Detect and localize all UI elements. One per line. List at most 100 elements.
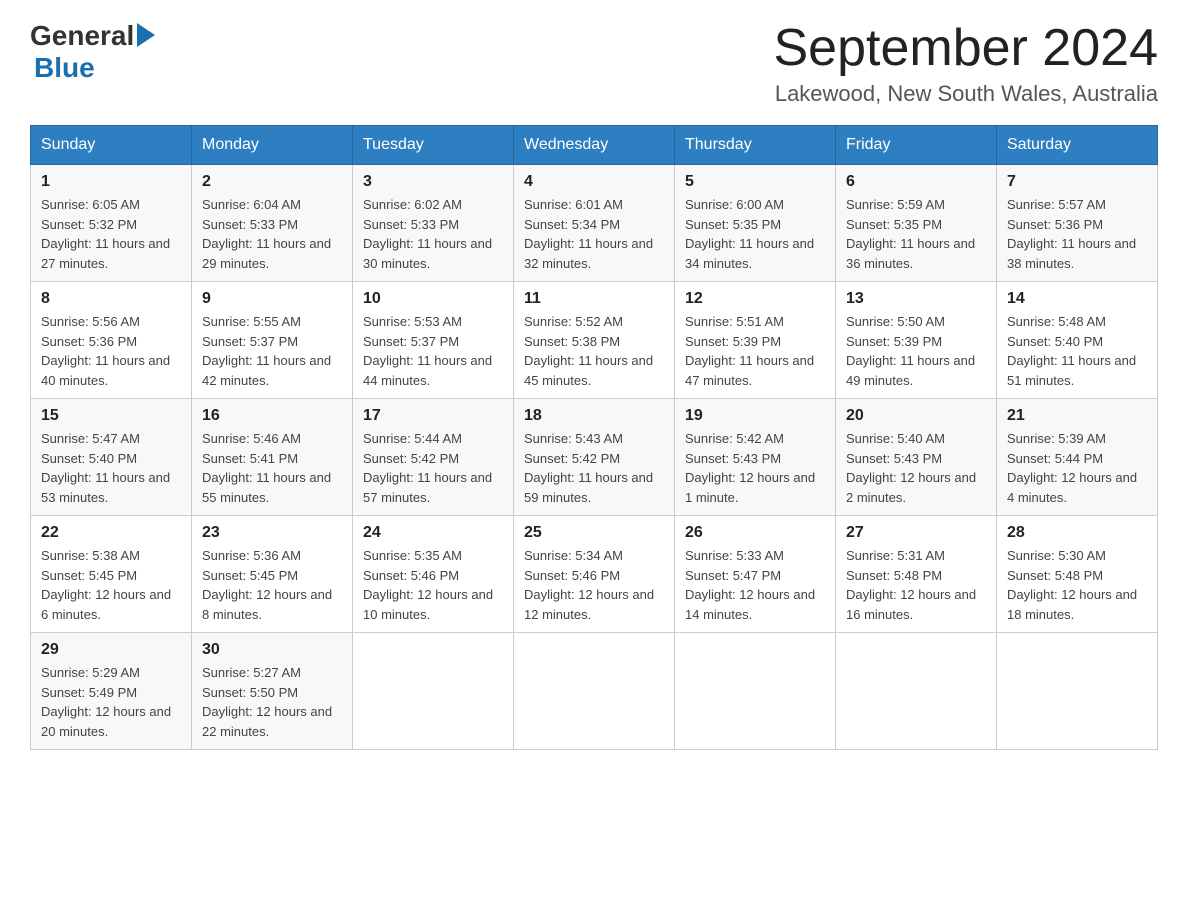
calendar-cell: 6 Sunrise: 5:59 AMSunset: 5:35 PMDayligh… [836,165,997,282]
calendar-cell: 9 Sunrise: 5:55 AMSunset: 5:37 PMDayligh… [192,282,353,399]
day-info: Sunrise: 5:53 AMSunset: 5:37 PMDaylight:… [363,314,492,388]
day-info: Sunrise: 5:40 AMSunset: 5:43 PMDaylight:… [846,431,976,505]
day-number: 10 [363,290,503,308]
day-number: 5 [685,173,825,191]
day-number: 22 [41,524,181,542]
day-info: Sunrise: 5:36 AMSunset: 5:45 PMDaylight:… [202,548,332,622]
day-info: Sunrise: 5:31 AMSunset: 5:48 PMDaylight:… [846,548,976,622]
day-number: 12 [685,290,825,308]
day-number: 6 [846,173,986,191]
day-number: 17 [363,407,503,425]
logo-general-text: General [30,20,134,52]
day-info: Sunrise: 6:04 AMSunset: 5:33 PMDaylight:… [202,197,331,271]
day-number: 2 [202,173,342,191]
day-number: 30 [202,641,342,659]
day-info: Sunrise: 5:57 AMSunset: 5:36 PMDaylight:… [1007,197,1136,271]
header-tuesday: Tuesday [353,126,514,165]
day-info: Sunrise: 5:52 AMSunset: 5:38 PMDaylight:… [524,314,653,388]
day-info: Sunrise: 5:46 AMSunset: 5:41 PMDaylight:… [202,431,331,505]
calendar-cell: 11 Sunrise: 5:52 AMSunset: 5:38 PMDaylig… [514,282,675,399]
day-info: Sunrise: 5:29 AMSunset: 5:49 PMDaylight:… [41,665,171,739]
day-number: 20 [846,407,986,425]
day-info: Sunrise: 5:44 AMSunset: 5:42 PMDaylight:… [363,431,492,505]
week-row-3: 15 Sunrise: 5:47 AMSunset: 5:40 PMDaylig… [31,399,1158,516]
day-info: Sunrise: 5:39 AMSunset: 5:44 PMDaylight:… [1007,431,1137,505]
calendar-cell: 18 Sunrise: 5:43 AMSunset: 5:42 PMDaylig… [514,399,675,516]
logo: General Blue [30,20,155,84]
day-info: Sunrise: 5:55 AMSunset: 5:37 PMDaylight:… [202,314,331,388]
day-info: Sunrise: 5:27 AMSunset: 5:50 PMDaylight:… [202,665,332,739]
day-info: Sunrise: 6:00 AMSunset: 5:35 PMDaylight:… [685,197,814,271]
calendar-cell [997,633,1158,750]
calendar-cell [353,633,514,750]
header-wednesday: Wednesday [514,126,675,165]
calendar-cell: 19 Sunrise: 5:42 AMSunset: 5:43 PMDaylig… [675,399,836,516]
page-title: September 2024 [774,20,1159,77]
day-info: Sunrise: 6:02 AMSunset: 5:33 PMDaylight:… [363,197,492,271]
day-info: Sunrise: 5:42 AMSunset: 5:43 PMDaylight:… [685,431,815,505]
calendar-cell: 23 Sunrise: 5:36 AMSunset: 5:45 PMDaylig… [192,516,353,633]
calendar-cell: 20 Sunrise: 5:40 AMSunset: 5:43 PMDaylig… [836,399,997,516]
header-thursday: Thursday [675,126,836,165]
day-info: Sunrise: 5:59 AMSunset: 5:35 PMDaylight:… [846,197,975,271]
day-number: 25 [524,524,664,542]
day-number: 3 [363,173,503,191]
day-info: Sunrise: 5:51 AMSunset: 5:39 PMDaylight:… [685,314,814,388]
logo-blue-text: Blue [34,52,95,84]
day-number: 21 [1007,407,1147,425]
calendar-cell [836,633,997,750]
day-number: 27 [846,524,986,542]
calendar-cell: 25 Sunrise: 5:34 AMSunset: 5:46 PMDaylig… [514,516,675,633]
calendar-table: SundayMondayTuesdayWednesdayThursdayFrid… [30,125,1158,750]
week-row-4: 22 Sunrise: 5:38 AMSunset: 5:45 PMDaylig… [31,516,1158,633]
calendar-cell: 30 Sunrise: 5:27 AMSunset: 5:50 PMDaylig… [192,633,353,750]
calendar-cell: 24 Sunrise: 5:35 AMSunset: 5:46 PMDaylig… [353,516,514,633]
day-info: Sunrise: 5:35 AMSunset: 5:46 PMDaylight:… [363,548,493,622]
calendar-cell: 26 Sunrise: 5:33 AMSunset: 5:47 PMDaylig… [675,516,836,633]
day-number: 18 [524,407,664,425]
calendar-cell: 14 Sunrise: 5:48 AMSunset: 5:40 PMDaylig… [997,282,1158,399]
day-info: Sunrise: 5:56 AMSunset: 5:36 PMDaylight:… [41,314,170,388]
calendar-cell: 8 Sunrise: 5:56 AMSunset: 5:36 PMDayligh… [31,282,192,399]
calendar-cell: 29 Sunrise: 5:29 AMSunset: 5:49 PMDaylig… [31,633,192,750]
calendar-cell: 7 Sunrise: 5:57 AMSunset: 5:36 PMDayligh… [997,165,1158,282]
calendar-cell: 2 Sunrise: 6:04 AMSunset: 5:33 PMDayligh… [192,165,353,282]
day-info: Sunrise: 5:50 AMSunset: 5:39 PMDaylight:… [846,314,975,388]
calendar-cell: 4 Sunrise: 6:01 AMSunset: 5:34 PMDayligh… [514,165,675,282]
calendar-cell [675,633,836,750]
day-number: 13 [846,290,986,308]
calendar-cell: 28 Sunrise: 5:30 AMSunset: 5:48 PMDaylig… [997,516,1158,633]
day-number: 15 [41,407,181,425]
calendar-cell: 5 Sunrise: 6:00 AMSunset: 5:35 PMDayligh… [675,165,836,282]
title-area: September 2024 Lakewood, New South Wales… [774,20,1159,107]
day-number: 16 [202,407,342,425]
calendar-cell: 15 Sunrise: 5:47 AMSunset: 5:40 PMDaylig… [31,399,192,516]
calendar-cell: 3 Sunrise: 6:02 AMSunset: 5:33 PMDayligh… [353,165,514,282]
day-info: Sunrise: 6:05 AMSunset: 5:32 PMDaylight:… [41,197,170,271]
day-number: 19 [685,407,825,425]
header-friday: Friday [836,126,997,165]
header-monday: Monday [192,126,353,165]
day-info: Sunrise: 5:47 AMSunset: 5:40 PMDaylight:… [41,431,170,505]
day-number: 9 [202,290,342,308]
logo-arrow-icon [137,23,155,47]
day-number: 24 [363,524,503,542]
day-number: 28 [1007,524,1147,542]
calendar-cell: 10 Sunrise: 5:53 AMSunset: 5:37 PMDaylig… [353,282,514,399]
day-number: 8 [41,290,181,308]
week-row-5: 29 Sunrise: 5:29 AMSunset: 5:49 PMDaylig… [31,633,1158,750]
calendar-cell: 16 Sunrise: 5:46 AMSunset: 5:41 PMDaylig… [192,399,353,516]
day-info: Sunrise: 6:01 AMSunset: 5:34 PMDaylight:… [524,197,653,271]
calendar-cell: 22 Sunrise: 5:38 AMSunset: 5:45 PMDaylig… [31,516,192,633]
day-info: Sunrise: 5:33 AMSunset: 5:47 PMDaylight:… [685,548,815,622]
week-row-1: 1 Sunrise: 6:05 AMSunset: 5:32 PMDayligh… [31,165,1158,282]
day-info: Sunrise: 5:43 AMSunset: 5:42 PMDaylight:… [524,431,653,505]
calendar-cell: 27 Sunrise: 5:31 AMSunset: 5:48 PMDaylig… [836,516,997,633]
day-info: Sunrise: 5:34 AMSunset: 5:46 PMDaylight:… [524,548,654,622]
day-info: Sunrise: 5:38 AMSunset: 5:45 PMDaylight:… [41,548,171,622]
day-number: 4 [524,173,664,191]
calendar-cell: 17 Sunrise: 5:44 AMSunset: 5:42 PMDaylig… [353,399,514,516]
day-number: 14 [1007,290,1147,308]
day-number: 7 [1007,173,1147,191]
day-number: 23 [202,524,342,542]
